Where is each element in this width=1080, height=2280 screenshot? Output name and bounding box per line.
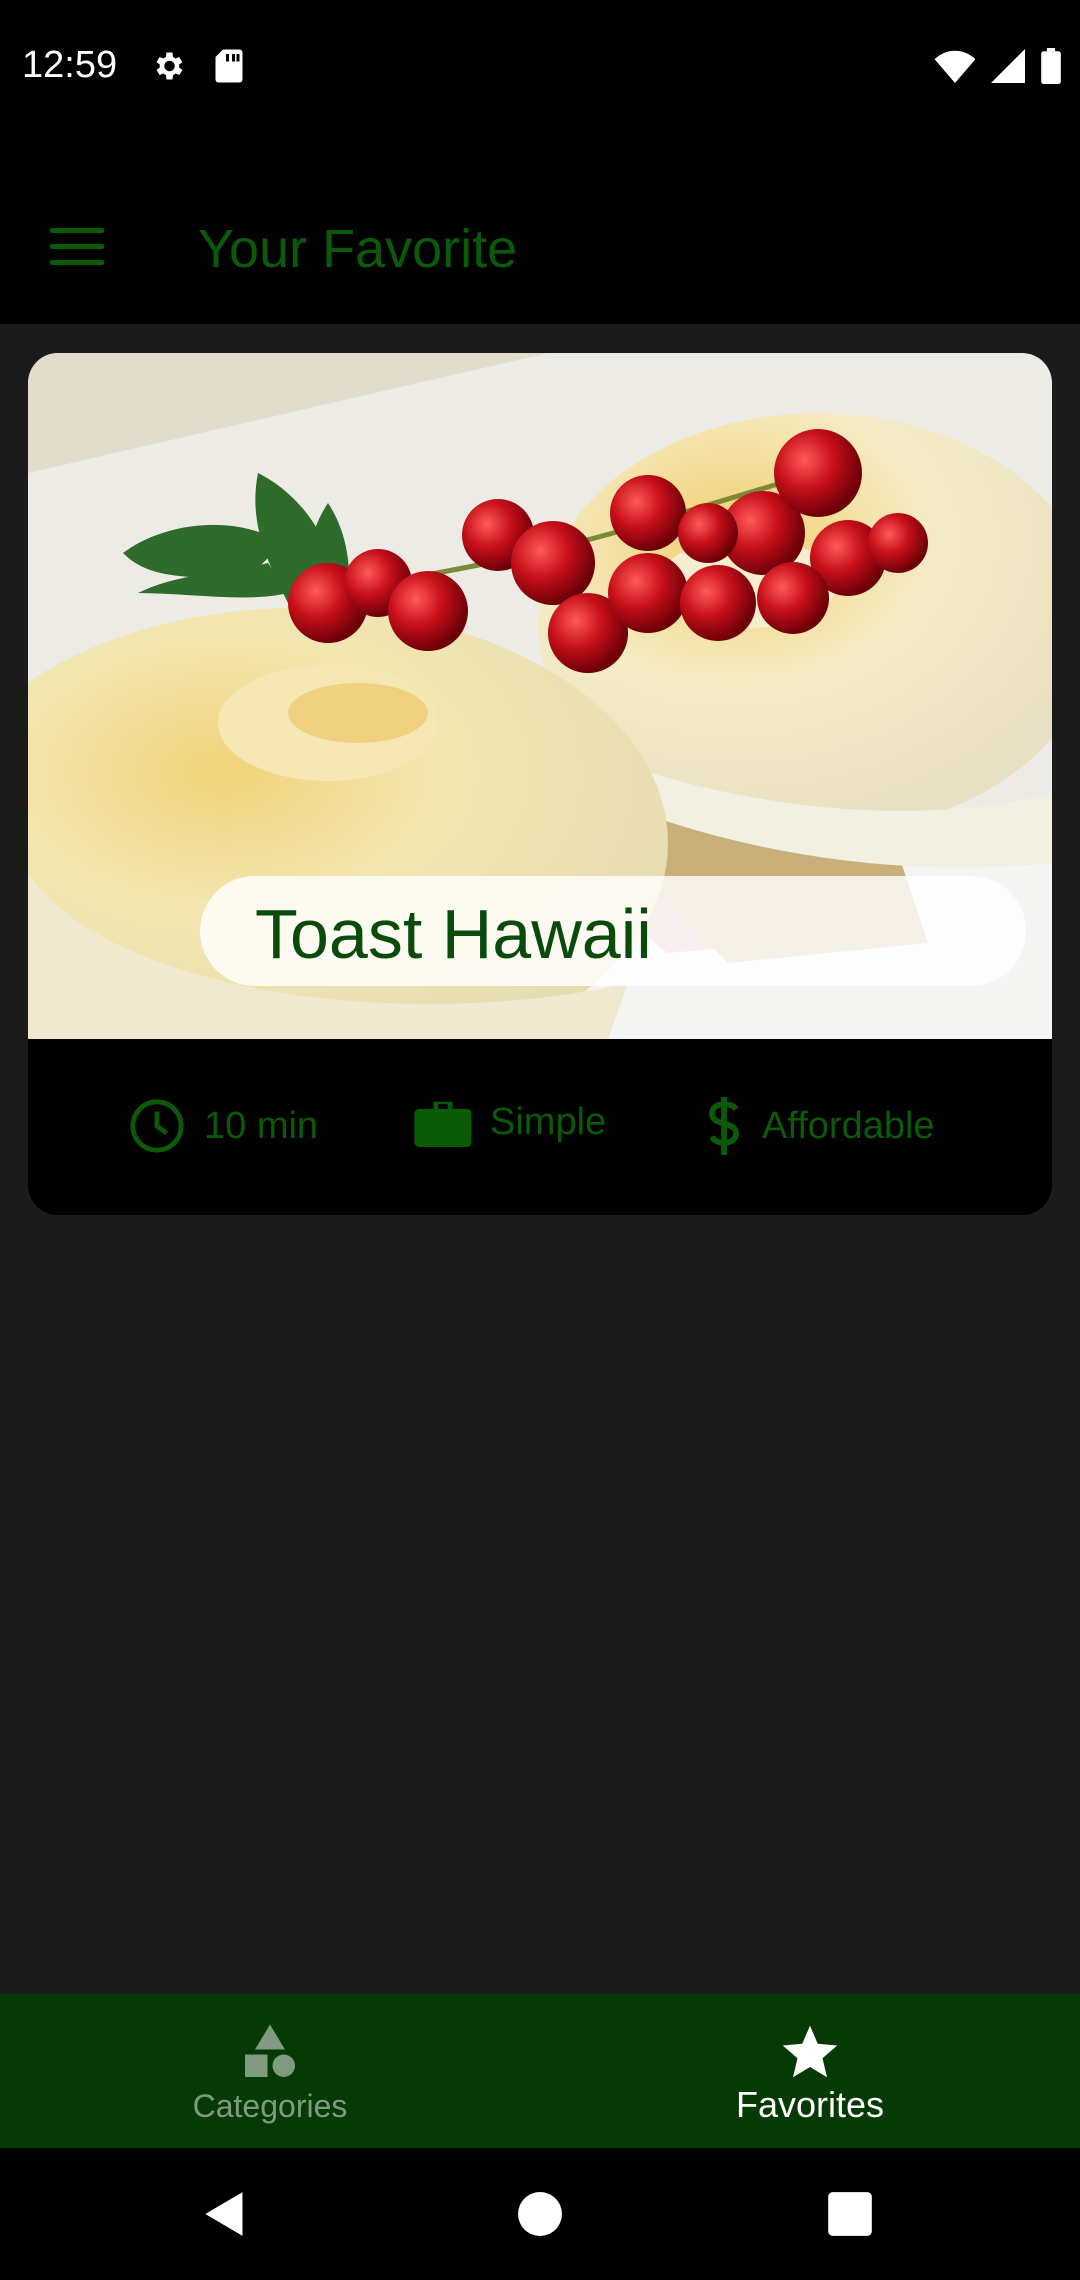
recents-icon[interactable] [828, 2190, 872, 2238]
settings-icon [156, 52, 183, 80]
tab-categories-label: Categories [192, 2088, 348, 2124]
tab-favorites-label: Favorites [735, 2084, 885, 2125]
duration-item: 10 min [128, 1097, 318, 1155]
bottom-nav: Categories Favorites [0, 1994, 1080, 2148]
status-icons-left [150, 48, 244, 84]
categories-icon [0, 2022, 540, 2082]
duration-label: 10 min [204, 1104, 319, 1147]
tab-favorites[interactable]: Favorites [540, 1994, 1080, 2148]
meal-card[interactable]: Toast Hawaii 10 min Simple Affordable [28, 353, 1052, 1215]
meal-title: Toast Hawaii [255, 895, 652, 973]
briefcase-icon [414, 1101, 472, 1147]
app-bar: Your Favorite [0, 134, 1080, 324]
signal-icon [991, 49, 1025, 83]
complexity-label: Simple [490, 1100, 607, 1143]
status-icons-right [934, 48, 1062, 84]
status-time: 12:59 [22, 44, 118, 86]
battery-icon [1041, 48, 1061, 84]
affordability-label: Affordable [762, 1104, 935, 1147]
meal-title-pill: Toast Hawaii [200, 876, 1026, 986]
back-icon[interactable] [202, 2190, 248, 2238]
complexity-item: Simple [414, 1097, 606, 1147]
tab-categories[interactable]: Categories [0, 1994, 540, 2148]
status-bar: 12:59 [0, 0, 1080, 134]
home-icon[interactable] [517, 2190, 563, 2238]
wifi-icon [934, 50, 976, 83]
star-icon [540, 2022, 1080, 2082]
clock-icon [130, 1099, 184, 1153]
affordability-item: Affordable [704, 1097, 935, 1155]
meal-meta: 10 min Simple Affordable [28, 1039, 1052, 1215]
page-title: Your Favorite [198, 219, 518, 279]
dollar-icon [709, 1097, 739, 1155]
sd-card-icon [215, 49, 243, 83]
system-nav-bar [0, 2148, 1080, 2280]
menu-icon[interactable] [50, 228, 104, 268]
